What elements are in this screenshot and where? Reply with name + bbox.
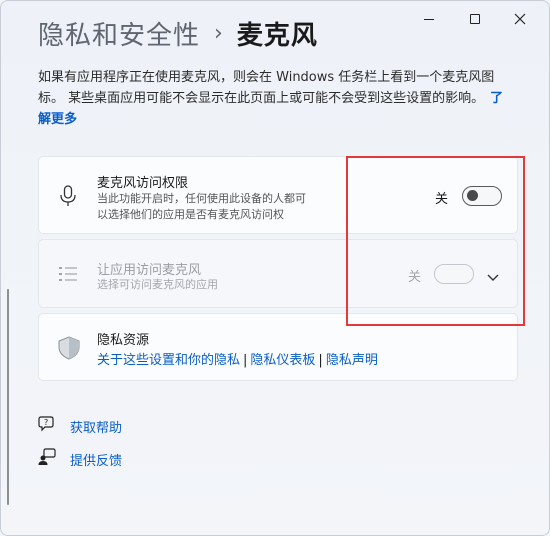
page-description: 如果有应用程序正在使用麦克风，则会在 Windows 任务栏上看到一个麦克风图标…	[38, 67, 516, 130]
minimize-icon	[424, 18, 434, 20]
feedback-icon	[38, 448, 56, 470]
list-icon	[57, 264, 79, 284]
close-icon	[514, 13, 526, 25]
feedback-row[interactable]: 提供反馈	[38, 448, 122, 470]
app-access-title: 让应用访问麦克风	[97, 263, 202, 278]
scrollbar[interactable]	[7, 289, 9, 505]
privacy-dashboard-link[interactable]: 隐私仪表板	[250, 353, 315, 368]
help-icon: ?	[38, 415, 56, 437]
description-text: 如果有应用程序正在使用麦克风，则会在 Windows 任务栏上看到一个麦克风图标…	[38, 70, 495, 106]
privacy-settings-link[interactable]: 关于这些设置和你的隐私	[97, 353, 240, 368]
minimize-button[interactable]	[415, 7, 443, 31]
microphone-icon	[57, 185, 79, 207]
privacy-resources-title: 隐私资源	[97, 333, 150, 348]
maximize-button[interactable]	[461, 7, 489, 31]
shield-icon	[57, 335, 81, 361]
mic-access-subtitle: 当此功能开启时，任何使用此设备的人都可 以选择他们的应用是否有麦克风访问权	[97, 191, 306, 223]
get-help-row[interactable]: ? 获取帮助	[38, 415, 122, 437]
settings-window: 隐私和安全性 › 麦克风 如果有应用程序正在使用麦克风，则会在 Windows …	[0, 0, 550, 536]
feedback-link[interactable]: 提供反馈	[70, 450, 122, 469]
maximize-icon	[470, 14, 480, 24]
breadcrumb: 隐私和安全性 › 麦克风	[38, 13, 318, 53]
get-help-link[interactable]: 获取帮助	[70, 417, 122, 436]
app-access-subtitle: 选择可访问麦克风的应用	[97, 278, 218, 291]
privacy-statement-link[interactable]: 隐私声明	[326, 353, 378, 368]
mic-access-subtitle-line1: 当此功能开启时，任何使用此设备的人都可	[97, 192, 306, 205]
page-title: 麦克风	[236, 20, 318, 51]
close-button[interactable]	[506, 7, 534, 31]
link-separator: |	[243, 353, 248, 368]
mic-access-subtitle-line2: 以选择他们的应用是否有麦克风访问权	[97, 208, 284, 221]
highlight-box	[346, 156, 525, 326]
mic-access-title: 麦克风访问权限	[97, 176, 189, 191]
link-separator: |	[318, 353, 323, 368]
svg-text:?: ?	[44, 418, 48, 427]
privacy-links: 关于这些设置和你的隐私 | 隐私仪表板 | 隐私声明	[97, 349, 378, 368]
breadcrumb-parent[interactable]: 隐私和安全性	[38, 15, 200, 52]
breadcrumb-separator-icon: ›	[214, 20, 223, 46]
